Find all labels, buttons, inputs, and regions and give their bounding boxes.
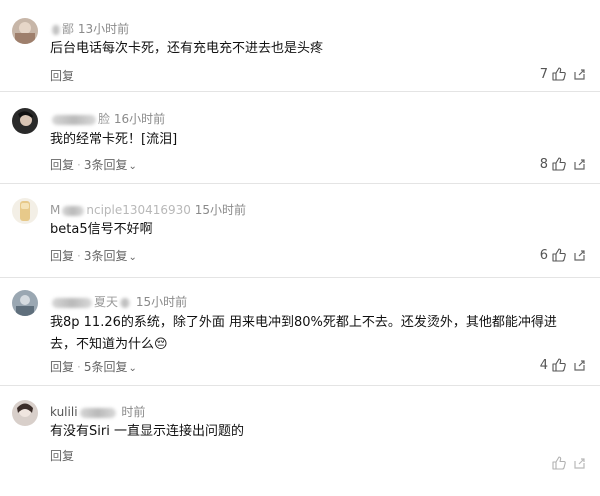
replies-toggle[interactable]: 5条回复⌄ bbox=[84, 360, 137, 374]
comment-item: Mnciple130416930 15小时前 beta5信号不好啊 回复 · 3条回… bbox=[0, 184, 600, 278]
replies-toggle[interactable]: 3条回复⌄ bbox=[84, 158, 137, 172]
comment-actions: 回复 · 3条回复⌄ bbox=[50, 158, 137, 172]
comment-actions: 回复 bbox=[50, 447, 74, 464]
share-icon[interactable] bbox=[573, 158, 586, 171]
username[interactable]: Mnciple130416930 bbox=[50, 203, 191, 217]
thumbs-up-icon[interactable] bbox=[551, 247, 567, 263]
timestamp: 15小时前 bbox=[135, 295, 188, 309]
comment-item: 夏天 15小时前 我8p 11.26的系统，除了外面 用来电冲到80%死都上不去… bbox=[0, 278, 600, 386]
comment-item: kulili 时前 有没有Siri 一直显示连接出问题的 回复 bbox=[0, 386, 600, 496]
chevron-down-icon: ⌄ bbox=[128, 252, 137, 263]
thumbs-up-icon[interactable] bbox=[551, 357, 567, 373]
timestamp: 13小时前 bbox=[77, 22, 130, 36]
username[interactable]: kulili bbox=[50, 405, 78, 419]
thumbs-up-icon[interactable] bbox=[551, 66, 567, 82]
comment-meta: Mnciple130416930 15小时前 bbox=[50, 201, 246, 218]
comment-actions: 回复 · 5条回复⌄ bbox=[50, 360, 137, 374]
comment-meta: 鄙 13小时前 bbox=[50, 20, 129, 37]
reaction-bar: 6 bbox=[540, 246, 586, 264]
comment-item: 鄙 13小时前 后台电话每次卡死，还有充电充不进去也是头疼 回复 7 bbox=[0, 0, 600, 92]
thumbs-up-icon[interactable] bbox=[551, 455, 567, 471]
comment-item: 脸 16小时前 我的经常卡死！[流泪] 回复 · 3条回复⌄ 8 bbox=[0, 92, 600, 184]
comment-meta: 夏天 15小时前 bbox=[50, 293, 187, 310]
like-count: 8 bbox=[539, 156, 548, 172]
comment-text: 我的经常卡死！[流泪] bbox=[50, 132, 178, 147]
comment-actions: 回复 bbox=[50, 67, 74, 84]
timestamp: 16小时前 bbox=[113, 112, 166, 126]
avatar[interactable] bbox=[12, 108, 38, 134]
timestamp: 时前 bbox=[121, 405, 146, 419]
replies-toggle[interactable]: 3条回复⌄ bbox=[84, 249, 137, 263]
reply-button[interactable]: 回复 bbox=[50, 69, 74, 83]
reply-button[interactable]: 回复 bbox=[50, 249, 74, 263]
share-icon[interactable] bbox=[573, 457, 586, 470]
comment-meta: kulili 时前 bbox=[50, 403, 145, 420]
username[interactable]: 夏天 bbox=[94, 295, 118, 309]
reaction-bar bbox=[548, 454, 586, 472]
reply-button[interactable]: 回复 bbox=[50, 158, 74, 172]
comment-text: beta5信号不好啊 bbox=[50, 222, 153, 237]
comment-text: 后台电话每次卡死，还有充电充不进去也是头疼 bbox=[50, 41, 324, 56]
comment-actions: 回复 · 3条回复⌄ bbox=[50, 249, 137, 263]
like-count: 6 bbox=[539, 247, 548, 263]
reaction-bar: 4 bbox=[540, 356, 586, 374]
reaction-bar: 7 bbox=[540, 65, 586, 83]
comment-text: 有没有Siri 一直显示连接出问题的 bbox=[50, 424, 244, 439]
chevron-down-icon: ⌄ bbox=[128, 161, 137, 172]
reaction-bar: 8 bbox=[540, 155, 586, 173]
like-count: 7 bbox=[539, 66, 548, 82]
avatar[interactable] bbox=[12, 198, 38, 224]
reply-button[interactable]: 回复 bbox=[50, 360, 74, 374]
username[interactable]: 脸 bbox=[98, 112, 110, 126]
like-count: 4 bbox=[539, 357, 548, 373]
chevron-down-icon: ⌄ bbox=[128, 363, 137, 374]
timestamp: 15小时前 bbox=[194, 203, 247, 217]
username[interactable]: 鄙 bbox=[62, 22, 74, 36]
share-icon[interactable] bbox=[573, 249, 586, 262]
avatar[interactable] bbox=[12, 290, 38, 316]
comment-meta: 脸 16小时前 bbox=[50, 110, 165, 127]
comment-text: 我8p 11.26的系统，除了外面 用来电冲到80%死都上不去。还发烫外，其他都… bbox=[50, 315, 557, 352]
avatar[interactable] bbox=[12, 400, 38, 426]
reply-button[interactable]: 回复 bbox=[50, 449, 74, 463]
share-icon[interactable] bbox=[573, 68, 586, 81]
share-icon[interactable] bbox=[573, 359, 586, 372]
thumbs-up-icon[interactable] bbox=[551, 156, 567, 172]
avatar[interactable] bbox=[12, 18, 38, 44]
